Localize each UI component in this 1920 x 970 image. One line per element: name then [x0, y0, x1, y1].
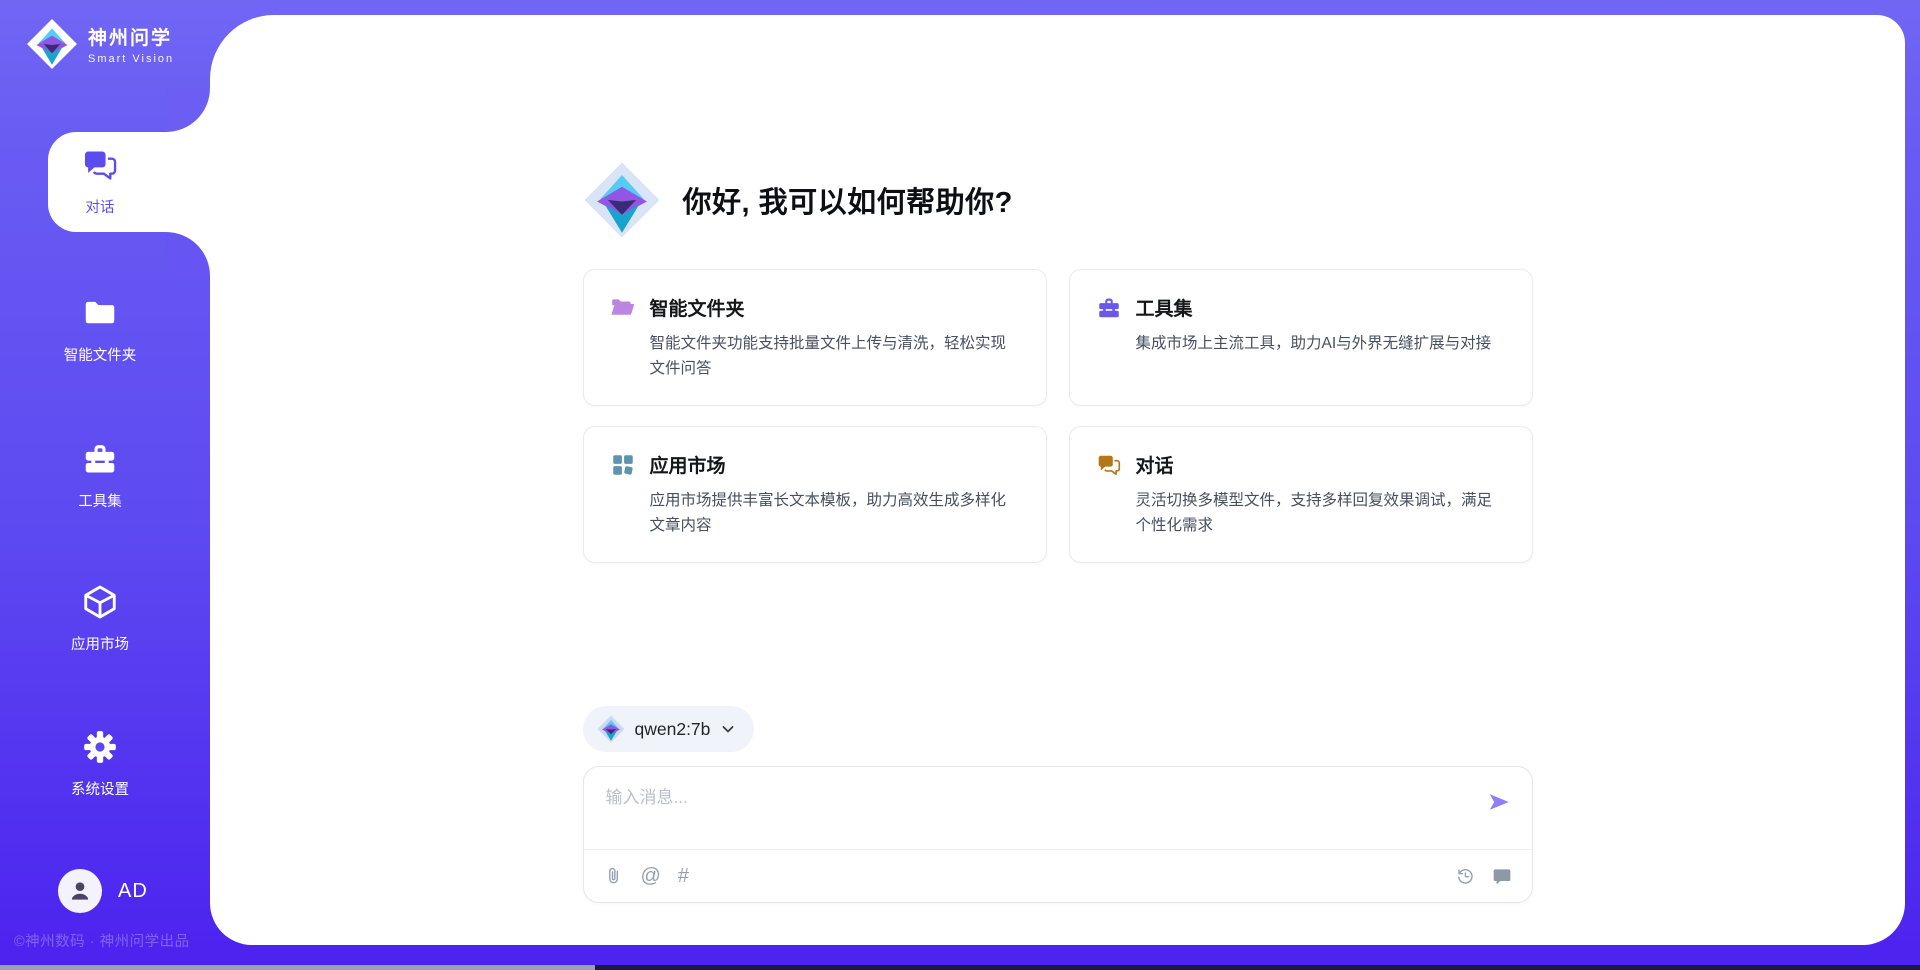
brand: 神州问学 Smart Vision	[26, 18, 174, 70]
history-icon[interactable]	[1455, 866, 1475, 886]
model-selector[interactable]: qwen2:7b	[583, 706, 755, 752]
sidebar-item-label: 应用市场	[71, 633, 129, 654]
brand-subtitle: Smart Vision	[88, 53, 174, 65]
window-bottom-edge	[0, 965, 1920, 970]
card-header: 对话	[1096, 451, 1506, 478]
assistant-logo-icon	[583, 161, 661, 239]
feature-cards: 智能文件夹 智能文件夹功能支持批量文件上传与清洗，轻松实现文件问答 工具	[583, 269, 1533, 563]
sidebar-item-folders[interactable]: 智能文件夹	[0, 294, 200, 365]
sidebar-item-label: 智能文件夹	[64, 344, 137, 365]
chat-bubbles-icon	[1096, 452, 1122, 478]
sidebar-item-chat[interactable]: 对话	[0, 146, 200, 217]
card-description: 灵活切换多模型文件，支持多样回复效果调试，满足个性化需求	[1136, 488, 1506, 538]
avatar	[58, 869, 102, 913]
grid-icon	[610, 452, 636, 478]
message-input[interactable]	[606, 783, 1472, 837]
app-window: 神州问学 Smart Vision 对话 智能文件夹	[0, 0, 1920, 965]
folder-icon	[81, 294, 119, 332]
brand-text: 神州问学 Smart Vision	[88, 23, 174, 65]
card-header: 工具集	[1096, 294, 1506, 321]
toolbar-right	[1455, 866, 1512, 886]
main-content: 你好, 我可以如何帮助你? 智能文件夹 智能文件夹功能支持批量文件上传与清洗，轻…	[583, 15, 1533, 945]
card-description: 集成市场上主流工具，助力AI与外界无缝扩展与对接	[1136, 331, 1506, 356]
card-chat[interactable]: 对话 灵活切换多模型文件，支持多样回复效果调试，满足个性化需求	[1069, 426, 1533, 563]
main-panel: 你好, 我可以如何帮助你? 智能文件夹 智能文件夹功能支持批量文件上传与清洗，轻…	[210, 15, 1905, 945]
spacer	[583, 563, 1533, 706]
composer-input-area	[584, 767, 1532, 849]
at-icon[interactable]: @	[641, 866, 661, 886]
user-name: AD	[118, 880, 148, 903]
briefcase-icon	[81, 440, 119, 478]
folder-open-icon	[610, 295, 636, 321]
card-title: 智能文件夹	[650, 294, 745, 321]
sidebar-item-settings[interactable]: 系统设置	[0, 728, 200, 799]
brand-logo-icon	[26, 18, 78, 70]
sidebar-footer-note: ©神州数码 · 神州问学出品	[14, 930, 190, 951]
card-title: 工具集	[1136, 294, 1193, 321]
composer-toolbar: @ #	[584, 850, 1532, 902]
card-header: 应用市场	[610, 451, 1020, 478]
person-icon	[67, 878, 93, 904]
sidebar: 神州问学 Smart Vision 对话 智能文件夹	[0, 0, 210, 965]
active-tab-curve-bottom	[166, 232, 210, 276]
active-tab-curve-top	[166, 88, 210, 132]
hash-icon[interactable]: #	[678, 866, 689, 886]
sidebar-item-label: 对话	[86, 196, 115, 217]
chevron-down-icon	[720, 721, 736, 737]
card-app-market[interactable]: 应用市场 应用市场提供丰富长文本模板，助力高效生成多样化文章内容	[583, 426, 1047, 563]
sidebar-item-tools[interactable]: 工具集	[0, 440, 200, 511]
cube-icon	[81, 583, 119, 621]
card-toolset[interactable]: 工具集 集成市场上主流工具，助力AI与外界无缝扩展与对接	[1069, 269, 1533, 406]
card-smart-folders[interactable]: 智能文件夹 智能文件夹功能支持批量文件上传与清洗，轻松实现文件问答	[583, 269, 1047, 406]
card-title: 对话	[1136, 451, 1174, 478]
chat-bubbles-icon	[81, 146, 119, 184]
sidebar-item-label: 系统设置	[71, 778, 129, 799]
model-logo-icon	[597, 715, 625, 743]
greeting-block: 你好, 我可以如何帮助你?	[583, 161, 1533, 239]
card-header: 智能文件夹	[610, 294, 1020, 321]
card-description: 应用市场提供丰富长文本模板，助力高效生成多样化文章内容	[650, 488, 1020, 538]
sidebar-item-apps[interactable]: 应用市场	[0, 583, 200, 654]
paperclip-icon[interactable]	[604, 866, 624, 886]
greeting-text: 你好, 我可以如何帮助你?	[683, 179, 1013, 221]
brand-name: 神州问学	[88, 23, 174, 50]
card-title: 应用市场	[650, 451, 726, 478]
sidebar-item-label: 工具集	[78, 490, 122, 511]
briefcase-icon	[1096, 295, 1122, 321]
send-icon[interactable]	[1486, 789, 1512, 815]
model-name: qwen2:7b	[635, 719, 711, 740]
card-description: 智能文件夹功能支持批量文件上传与清洗，轻松实现文件问答	[650, 331, 1020, 381]
gear-icon	[81, 728, 119, 766]
comment-icon[interactable]	[1492, 866, 1512, 886]
user-profile[interactable]: AD	[58, 869, 148, 913]
message-composer: @ #	[583, 766, 1533, 903]
toolbar-left: @ #	[604, 866, 689, 886]
